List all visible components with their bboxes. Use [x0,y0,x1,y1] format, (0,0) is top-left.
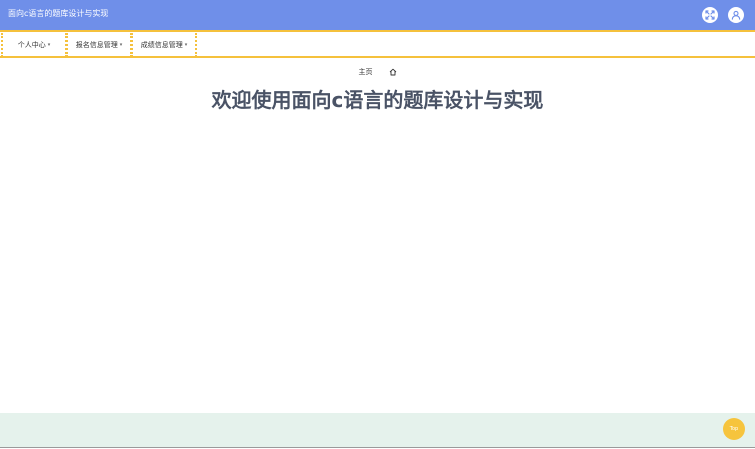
welcome-heading: 欢迎使用面向c语言的题库设计与实现 [211,88,544,112]
menu-registration-management[interactable]: 报名信息管理 ▾ [66,33,132,57]
menu-personal-center[interactable]: 个人中心 ▾ [1,33,67,57]
breadcrumb: 主页 [0,66,755,78]
chevron-down-icon: ▾ [47,42,51,48]
user-menu-button[interactable] [728,7,744,23]
fullscreen-button[interactable] [702,7,718,23]
chevron-down-icon: ▾ [119,42,123,48]
app-title: 面向c语言的题库设计与实现 [8,9,109,18]
breadcrumb-home-link[interactable]: 主页 [359,67,373,77]
chevron-down-icon: ▾ [184,42,188,48]
fullscreen-icon [705,10,715,20]
home-icon[interactable] [389,68,397,76]
user-avatar-icon [731,10,741,20]
header-bar: 面向c语言的题库设计与实现 [0,0,755,30]
top-menu: 个人中心 ▾ 报名信息管理 ▾ 成绩信息管理 ▾ [0,30,755,58]
menu-item-label: 报名信息管理 [75,41,118,49]
footer [0,413,755,448]
menu-score-management[interactable]: 成绩信息管理 ▾ [131,33,197,57]
menu-item-label: 个人中心 [17,41,46,49]
menu-item-label: 成绩信息管理 [140,41,183,49]
back-to-top-button[interactable]: Top [723,418,745,440]
